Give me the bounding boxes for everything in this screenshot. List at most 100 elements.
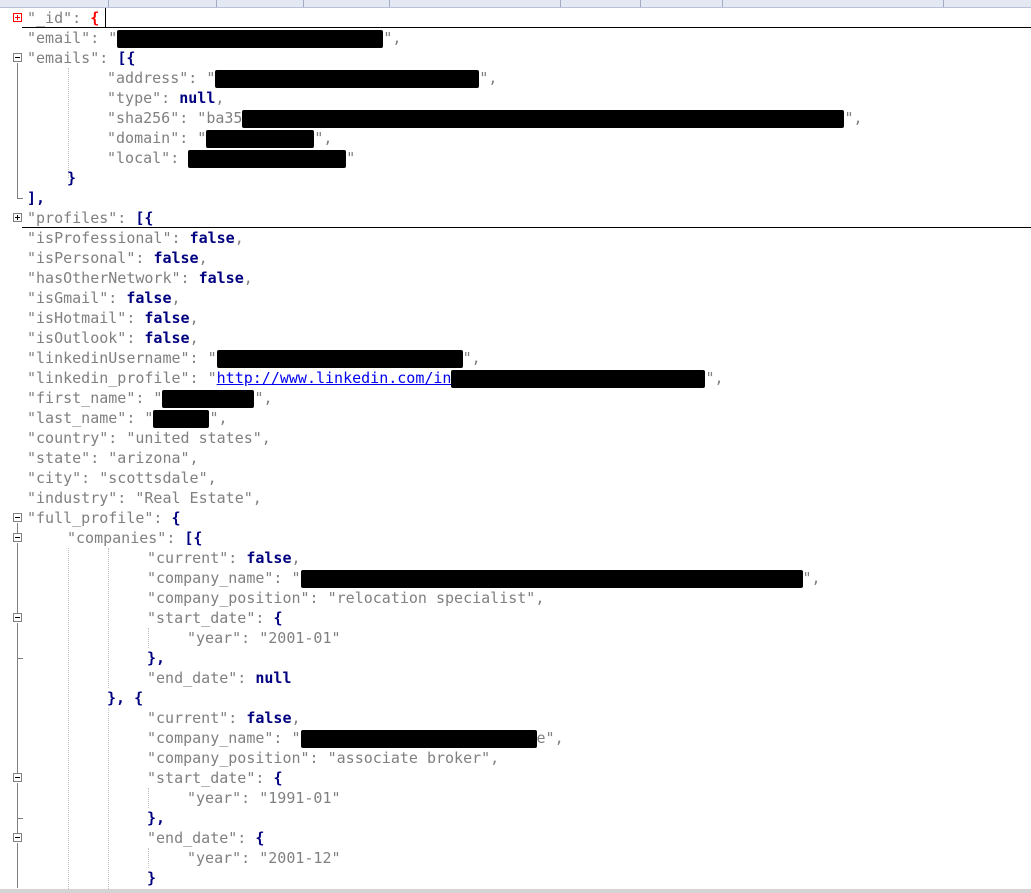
redaction-box xyxy=(188,149,347,168)
json-key: "current": xyxy=(147,709,247,727)
code-line[interactable]: "current": false, xyxy=(147,548,301,568)
fold-line xyxy=(17,783,18,833)
code-line[interactable]: "email": " ", xyxy=(27,28,401,48)
code-line[interactable]: }, { xyxy=(107,688,143,708)
json-key: "domain": " xyxy=(107,129,207,147)
code-line[interactable]: "first_name": " ", xyxy=(27,388,273,408)
code-line[interactable]: "company_position": "associate broker", xyxy=(147,748,499,768)
code-line[interactable]: "full_profile": { xyxy=(27,508,181,528)
redaction-box xyxy=(162,389,255,408)
json-punct: , xyxy=(189,329,199,347)
fold-line xyxy=(17,623,18,773)
code-line[interactable]: }, xyxy=(147,808,165,828)
code-line[interactable]: "isOutlook": false, xyxy=(27,328,199,348)
indent-guide xyxy=(68,548,69,893)
code-line[interactable]: "start_date": { xyxy=(147,768,282,788)
redaction-box xyxy=(153,409,210,428)
linkedin-link[interactable]: http://www.linkedin.com/in xyxy=(217,369,452,387)
code-line[interactable]: "linkedin_profile": "http://www.linkedin… xyxy=(27,368,724,388)
code-line[interactable]: "domain": " ", xyxy=(107,128,332,148)
json-editor[interactable]: "_id": { "email": " ", "emails": [{ "addr… xyxy=(0,8,1031,893)
code-line[interactable]: "isProfessional": false, xyxy=(27,228,244,248)
code-line[interactable]: "end_date": null xyxy=(147,668,292,688)
code-line[interactable]: "company_name": " ", xyxy=(147,568,821,588)
indent-guide xyxy=(148,848,149,868)
json-key: "type": xyxy=(107,89,180,107)
json-boolean: false xyxy=(189,229,235,247)
code-line[interactable]: "address": " ", xyxy=(107,68,497,88)
json-boolean: false xyxy=(126,289,172,307)
json-key: "current": xyxy=(147,549,247,567)
fold-expand-icon[interactable] xyxy=(13,13,22,22)
json-brace: { xyxy=(90,9,100,27)
fold-collapse-icon[interactable] xyxy=(13,833,22,842)
code-line[interactable]: "_id": { xyxy=(27,8,99,28)
json-boolean: false xyxy=(246,709,292,727)
json-key: "isHotmail": xyxy=(27,309,145,327)
code-line[interactable]: "isGmail": false, xyxy=(27,288,181,308)
code-line[interactable]: }, xyxy=(147,648,165,668)
json-key: "address": " xyxy=(107,69,216,87)
tab-bar[interactable] xyxy=(0,0,1031,8)
fold-collapse-icon[interactable] xyxy=(13,533,22,542)
json-punct: , xyxy=(291,709,301,727)
code-line[interactable]: "country": "united states", xyxy=(27,428,271,448)
json-key: "company_name": " xyxy=(147,729,301,747)
json-key: "full_profile": xyxy=(27,509,172,527)
json-punct: ", xyxy=(844,109,863,127)
code-line[interactable]: "industry": "Real Estate", xyxy=(27,488,262,508)
code-line[interactable]: "company_position": "relocation speciali… xyxy=(147,588,544,608)
json-pair: "year": "2001-01" xyxy=(187,629,341,647)
code-line[interactable]: "city": "scottsdale", xyxy=(27,468,217,488)
json-boolean: false xyxy=(144,309,190,327)
code-line[interactable]: "last_name": " ", xyxy=(27,408,228,428)
json-punct: ", xyxy=(705,369,724,387)
code-line[interactable]: } xyxy=(147,868,156,888)
redaction-box xyxy=(242,109,845,128)
tab-separator xyxy=(108,0,109,7)
json-brace: [{ xyxy=(117,49,136,67)
json-boolean: false xyxy=(144,329,190,347)
code-line[interactable]: "local": " xyxy=(107,148,355,168)
code-line[interactable]: "year": "2001-12" xyxy=(187,848,341,868)
code-line[interactable]: "current": false, xyxy=(147,708,301,728)
fold-expand-icon[interactable] xyxy=(13,213,22,222)
json-key: "linkedinUsername": " xyxy=(27,349,217,367)
json-punct: ", xyxy=(314,129,333,147)
json-pair: "country": "united states", xyxy=(27,429,271,447)
json-key: "company_name": " xyxy=(147,569,301,587)
code-line[interactable]: "sha256": "ba35 ", xyxy=(107,108,863,128)
code-line[interactable]: "state": "arizona", xyxy=(27,448,199,468)
fold-collapse-icon[interactable] xyxy=(13,773,22,782)
redaction-box xyxy=(216,349,463,368)
code-line[interactable]: "company_name": " e", xyxy=(147,728,564,748)
fold-collapse-icon[interactable] xyxy=(13,613,22,622)
code-line[interactable]: ], xyxy=(27,188,45,208)
json-punct: ", xyxy=(802,569,821,587)
code-line[interactable]: "start_date": { xyxy=(147,608,282,628)
json-punct: ", xyxy=(209,409,228,427)
code-line[interactable]: "end_date": { xyxy=(147,828,264,848)
code-line[interactable]: "profiles": [{ xyxy=(27,208,153,228)
json-boolean: false xyxy=(246,549,292,567)
fold-collapse-icon[interactable] xyxy=(13,53,22,62)
json-brace: ], xyxy=(27,189,46,207)
json-null: null xyxy=(255,669,292,687)
code-line[interactable]: "emails": [{ xyxy=(27,48,135,68)
code-line[interactable]: "hasOtherNetwork": false, xyxy=(27,268,253,288)
code-line[interactable]: "linkedinUsername": " ", xyxy=(27,348,481,368)
code-line[interactable]: "isPersonal": false, xyxy=(27,248,208,268)
fold-collapse-icon[interactable] xyxy=(13,513,22,522)
code-line[interactable]: "companies": [{ xyxy=(67,528,202,548)
horizontal-scrollbar[interactable] xyxy=(0,889,1031,893)
indent-guide xyxy=(148,628,149,648)
json-brace: }, xyxy=(147,649,166,667)
code-line[interactable]: "year": "2001-01" xyxy=(187,628,341,648)
code-line[interactable]: "isHotmail": false, xyxy=(27,308,199,328)
tab-separator xyxy=(943,0,944,7)
json-key: "linkedin_profile": " xyxy=(27,369,217,387)
json-key: "isOutlook": xyxy=(27,329,145,347)
code-line[interactable]: } xyxy=(67,168,76,188)
code-line[interactable]: "year": "1991-01" xyxy=(187,788,341,808)
code-line[interactable]: "type": null, xyxy=(107,88,224,108)
